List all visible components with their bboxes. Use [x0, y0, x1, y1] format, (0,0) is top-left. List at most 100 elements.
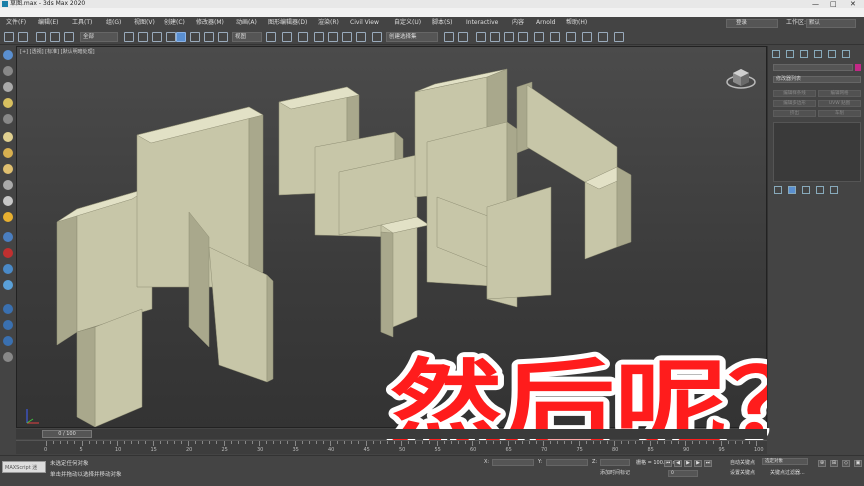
wall-face[interactable] — [76, 326, 96, 427]
menu-scripting[interactable]: 脚本(S) — [432, 17, 453, 29]
bind-space-warp-icon[interactable] — [64, 32, 74, 42]
keyboard-shortcut-icon[interactable] — [298, 32, 308, 42]
y-coordinate-field[interactable] — [546, 459, 588, 466]
undo-icon[interactable] — [4, 32, 14, 42]
link-icon[interactable] — [36, 32, 46, 42]
time-slider-handle[interactable]: 0 / 100 — [42, 430, 92, 438]
zoom-icon[interactable]: ⊕ — [818, 460, 826, 467]
light-icon[interactable] — [3, 98, 13, 108]
field-of-view-icon[interactable]: ◇ — [842, 460, 850, 467]
scene-explorer-icon[interactable] — [476, 32, 486, 42]
modifier-button-edit-poly[interactable]: 编辑多边形 — [773, 100, 816, 107]
wall-face[interactable] — [616, 166, 632, 248]
shapes-icon[interactable] — [3, 232, 13, 242]
place-icon[interactable] — [218, 32, 228, 42]
close-button[interactable]: ✕ — [850, 0, 856, 8]
menu-civil-view[interactable]: Civil View — [350, 17, 379, 29]
hemisphere-icon[interactable] — [3, 148, 13, 158]
make-unique-icon[interactable] — [802, 186, 810, 194]
create-tab-icon[interactable] — [772, 50, 780, 58]
select-scale-icon[interactable] — [204, 32, 214, 42]
wall-face[interactable] — [56, 208, 78, 346]
motion-tab-icon[interactable] — [814, 50, 822, 58]
modify-tab-icon[interactable] — [786, 50, 794, 58]
workspace-select[interactable]: 默认 — [806, 19, 856, 28]
percent-snap-icon[interactable] — [342, 32, 352, 42]
unlink-icon[interactable] — [50, 32, 60, 42]
menu-tools[interactable]: 工具(T) — [72, 17, 92, 29]
menu-customize[interactable]: 自定义(U) — [394, 17, 421, 29]
wall-face[interactable] — [266, 274, 274, 383]
spinner-snap-icon[interactable] — [356, 32, 366, 42]
geosphere-icon[interactable] — [3, 212, 13, 222]
x-coordinate-field[interactable] — [492, 459, 534, 466]
rect-selection-icon[interactable] — [152, 32, 162, 42]
zoom-all-icon[interactable]: ⊞ — [830, 460, 838, 467]
render-cloud-icon[interactable] — [614, 32, 624, 42]
wall-face[interactable] — [94, 308, 143, 427]
current-frame-field[interactable]: 0 — [668, 470, 698, 477]
remove-modifier-icon[interactable] — [816, 186, 824, 194]
layer-explorer-icon[interactable] — [490, 32, 500, 42]
wall-face[interactable] — [248, 106, 264, 288]
z-coordinate-field[interactable] — [600, 459, 630, 466]
select-rotate-icon[interactable] — [190, 32, 200, 42]
set-key-button[interactable]: 设置关键点 — [730, 469, 755, 476]
motion-icon[interactable] — [3, 336, 13, 346]
menu-create[interactable]: 创建(C) — [164, 17, 185, 29]
modifier-button-edit-mesh[interactable]: 编辑网格 — [818, 90, 861, 97]
box-icon[interactable] — [3, 132, 13, 142]
sphere-icon[interactable] — [3, 164, 13, 174]
modifier-button-uvw-map[interactable]: UVW 贴图 — [818, 100, 861, 107]
systems-icon[interactable] — [3, 280, 13, 290]
pivot-center-icon[interactable] — [266, 32, 276, 42]
modifier-stack[interactable] — [773, 122, 861, 182]
mirror-icon[interactable] — [444, 32, 454, 42]
menu-content[interactable]: 内容 — [512, 17, 524, 29]
sign-in-dropdown[interactable]: 登录 — [726, 19, 778, 28]
rendered-frame-icon[interactable] — [582, 32, 592, 42]
menu-rendering[interactable]: 渲染(R) — [318, 17, 339, 29]
menu-interactive[interactable]: Interactive — [466, 17, 498, 29]
menu-views[interactable]: 视图(V) — [134, 17, 155, 29]
go-to-start-icon[interactable]: ⏮ — [664, 460, 672, 467]
scene-states-icon[interactable] — [3, 66, 13, 76]
auto-key-button[interactable]: 自动关键点 — [730, 459, 755, 466]
ribbon-toggle-icon[interactable] — [504, 32, 514, 42]
go-to-end-icon[interactable]: ⏭ — [704, 460, 712, 467]
named-selection-dropdown[interactable]: 创建选择集 — [386, 32, 438, 42]
hierarchy-tab-icon[interactable] — [800, 50, 808, 58]
modifier-button-lathe[interactable]: 车削 — [818, 110, 861, 117]
align-icon[interactable] — [458, 32, 468, 42]
menu-help[interactable]: 帮助(H) — [566, 17, 587, 29]
edit-named-sets-icon[interactable] — [372, 32, 382, 42]
prev-frame-icon[interactable]: ◀ — [674, 460, 682, 467]
object-name-field[interactable] — [773, 64, 853, 71]
cone-icon[interactable] — [3, 196, 13, 206]
angle-snap-icon[interactable] — [328, 32, 338, 42]
menu-arnold[interactable]: Arnold — [536, 17, 555, 29]
play-icon[interactable]: ▶ — [684, 460, 692, 467]
spacewarps-icon[interactable] — [3, 264, 13, 274]
selection-filter-dropdown[interactable]: 全部 — [80, 32, 118, 42]
next-frame-icon[interactable]: ▶ — [694, 460, 702, 467]
wall-face[interactable] — [486, 186, 552, 300]
display-icon[interactable] — [3, 304, 13, 314]
curve-editor-icon[interactable] — [518, 32, 528, 42]
menu-animation[interactable]: 动画(A) — [236, 17, 257, 29]
configure-sets-icon[interactable] — [830, 186, 838, 194]
add-time-tag[interactable]: 添加时间标记 — [600, 469, 630, 476]
window-crossing-icon[interactable] — [166, 32, 176, 42]
modifier-button-extrude[interactable]: 挤出 — [773, 110, 816, 117]
utilities-icon[interactable] — [3, 352, 13, 362]
select-move-icon[interactable] — [176, 32, 186, 42]
hierarchy-icon[interactable] — [3, 320, 13, 330]
cylinder-icon[interactable] — [3, 180, 13, 190]
menu-file[interactable]: 文件(F) — [6, 17, 26, 29]
viewport-layout-icon[interactable] — [3, 50, 13, 60]
menu-modifiers[interactable]: 修改器(M) — [196, 17, 224, 29]
redo-icon[interactable] — [18, 32, 28, 42]
menu-edit[interactable]: 编辑(E) — [38, 17, 58, 29]
snaps-toggle-icon[interactable] — [314, 32, 324, 42]
maximize-viewport-icon[interactable]: ▣ — [854, 460, 862, 467]
